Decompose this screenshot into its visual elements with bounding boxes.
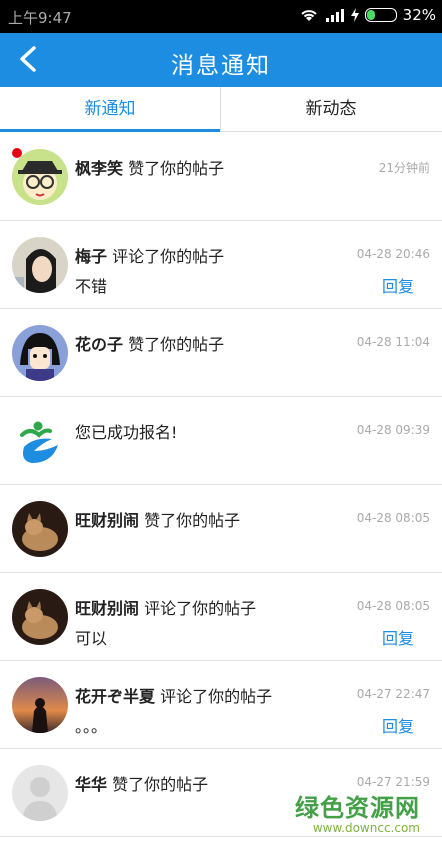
notification-item[interactable]: 花开ぞ半夏 评论了你的帖子 。。。 04-27 22:47 回复 [0,661,442,749]
avatar[interactable] [12,237,68,293]
notification-item[interactable]: 旺财别闹 评论了你的帖子 可以 04-28 08:05 回复 [0,573,442,661]
unread-dot [12,148,22,158]
user-name[interactable]: 花开ぞ半夏 [75,687,155,706]
tab-new-notifications[interactable]: 新通知 [0,87,220,131]
notification-message: 您已成功报名! [75,423,178,442]
notification-time: 04-28 08:05 [356,599,430,613]
notification-item[interactable]: 梅子 评论了你的帖子 不错 04-28 20:46 回复 [0,221,442,309]
notification-time: 04-28 20:46 [356,247,430,261]
tab-new-activity[interactable]: 新动态 [221,87,441,131]
tab-bar: 新通知 新动态 [0,87,442,132]
notification-time: 04-28 11:04 [356,335,430,349]
battery-percent: 32% [402,6,436,24]
avatar[interactable] [12,325,68,381]
notification-item[interactable]: 您已成功报名! 04-28 09:39 [0,397,442,485]
notification-item[interactable]: 枫李笑 赞了你的帖子 21分钟前 [0,133,442,221]
notification-action: 评论了你的帖子 [112,247,225,266]
charging-icon [350,8,359,22]
notification-action: 赞了你的帖子 [128,335,225,354]
status-icons: 32% [299,6,436,24]
user-name[interactable]: 旺财别闹 [75,511,139,530]
notification-time: 04-27 21:59 [356,775,430,789]
notification-time: 04-27 22:47 [356,687,430,701]
notification-item[interactable]: 华华 赞了你的帖子 04-27 21:59 [0,749,442,837]
app-header: 消息通知 [0,33,442,87]
signal-icon [325,9,344,22]
comment-text: 不错 [75,277,108,296]
avatar[interactable] [12,677,68,733]
user-name[interactable]: 枫李笑 [75,159,123,178]
comment-text: 。。。 [75,717,108,736]
user-name[interactable]: 华华 [75,775,107,794]
notification-action: 评论了你的帖子 [144,599,257,618]
avatar[interactable] [12,501,68,557]
wifi-icon [300,10,317,21]
page-title: 消息通知 [171,53,271,79]
notification-action: 赞了你的帖子 [128,159,225,178]
notification-action: 赞了你的帖子 [112,775,209,794]
reply-button[interactable]: 回复 [382,625,414,649]
default-avatar-icon[interactable] [12,765,68,821]
user-name[interactable]: 旺财别闹 [75,599,139,618]
notification-item[interactable]: 旺财别闹 赞了你的帖子 04-28 08:05 [0,485,442,573]
reply-button[interactable]: 回复 [382,273,414,297]
notification-list: 枫李笑 赞了你的帖子 21分钟前 梅子 评论了你的帖子 不错 04-28 20:… [0,133,442,837]
notification-action: 赞了你的帖子 [144,511,241,530]
notification-time: 04-28 09:39 [356,423,430,437]
avatar[interactable] [12,149,68,205]
notification-item[interactable]: 花の子 赞了你的帖子 04-28 11:04 [0,309,442,397]
system-logo-icon [12,413,68,469]
comment-text: 可以 [75,629,108,648]
avatar[interactable] [12,589,68,645]
notification-time: 21分钟前 [378,161,430,175]
user-name[interactable]: 梅子 [75,247,107,266]
user-name[interactable]: 花の子 [75,335,123,354]
notification-action: 评论了你的帖子 [160,687,273,706]
status-bar: 上午9:47 32% [0,0,442,33]
notification-time: 04-28 08:05 [356,511,430,525]
reply-button[interactable]: 回复 [382,713,414,737]
active-tab-indicator [0,129,220,132]
battery-icon [364,8,397,22]
